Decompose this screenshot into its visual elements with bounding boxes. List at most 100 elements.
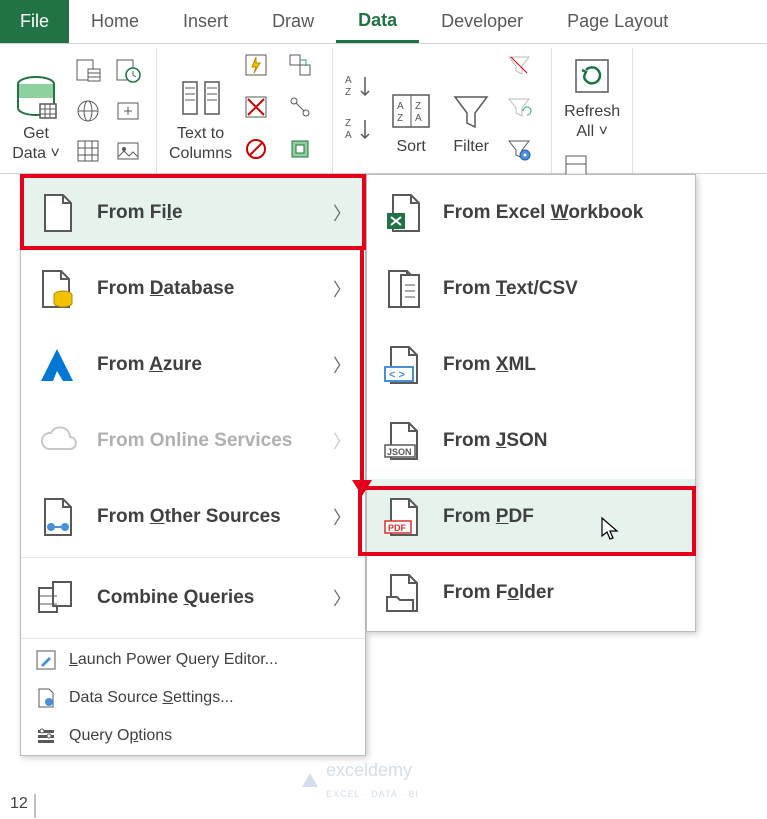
get-data-button[interactable]: Get Data ˅ [6, 54, 66, 168]
row-number[interactable]: 12 [10, 795, 28, 813]
chevron-right-icon: 〉 [333, 428, 351, 454]
reapply-filter-button[interactable] [505, 93, 541, 129]
menu-launch-pq-editor[interactable]: Launch Power Query Editor... [21, 641, 365, 679]
existing-connections-button[interactable] [110, 93, 146, 129]
combine-icon [35, 576, 79, 620]
menu-from-file[interactable]: From File 〉 [21, 175, 365, 251]
row-border [34, 794, 36, 818]
from-text-csv-button[interactable] [70, 53, 106, 89]
svg-text:Z: Z [345, 118, 351, 129]
pdf-icon: PDF [381, 495, 425, 539]
svg-text:A: A [415, 113, 422, 124]
menu-from-online-label: From Online Services [97, 430, 333, 452]
clear-filter-button[interactable] [505, 51, 541, 87]
menu-from-azure-label: From Azure [97, 354, 333, 376]
tab-file[interactable]: File [0, 0, 69, 43]
chevron-right-icon: 〉 [333, 504, 351, 530]
filter-icon [447, 87, 495, 135]
submenu-from-excel-workbook[interactable]: From Excel Workbook [367, 175, 695, 251]
svg-text:JSON: JSON [387, 447, 412, 457]
filter-extras [501, 45, 545, 177]
sort-asc-button[interactable]: AZ [343, 71, 377, 108]
cloud-icon [35, 419, 79, 463]
chevron-right-icon: 〉 [333, 200, 351, 226]
ttc-label2: Columns [169, 144, 232, 164]
tab-page-layout[interactable]: Page Layout [545, 0, 690, 43]
tab-home[interactable]: Home [69, 0, 161, 43]
submenu-folder-label: From Folder [443, 582, 681, 604]
menu-launch-label: Launch Power Query Editor... [69, 651, 278, 669]
svg-text:< >: < > [389, 369, 405, 381]
svg-text:Z: Z [345, 87, 351, 98]
submenu-json-label: From JSON [443, 430, 681, 452]
file-icon [35, 191, 79, 235]
from-web-button[interactable] [70, 93, 106, 129]
file-other-icon [35, 495, 79, 539]
tab-insert[interactable]: Insert [161, 0, 250, 43]
tab-draw[interactable]: Draw [250, 0, 336, 43]
svg-text:A: A [345, 130, 352, 141]
ttc-label1: Text to [177, 124, 224, 144]
xml-icon: < > [381, 343, 425, 387]
manage-data-model-button[interactable] [286, 135, 322, 171]
menu-from-azure[interactable]: From Azure 〉 [21, 327, 365, 403]
submenu-xml-label: From XML [443, 354, 681, 376]
advanced-filter-button[interactable] [505, 135, 541, 171]
menu-combine-queries[interactable]: Combine Queries 〉 [21, 560, 365, 636]
folder-file-icon [381, 571, 425, 615]
svg-text:PDF: PDF [388, 523, 407, 533]
az-buttons: AZ ZA [339, 65, 381, 157]
svg-text:Z: Z [397, 113, 403, 124]
tab-data[interactable]: Data [336, 0, 419, 43]
sort-button[interactable]: AZZA Sort [381, 61, 441, 161]
remove-duplicates-button[interactable] [242, 93, 278, 129]
submenu-from-text-csv[interactable]: From Text/CSV [367, 251, 695, 327]
chevron-right-icon: 〉 [333, 276, 351, 302]
menu-separator [21, 557, 365, 558]
settings-file-icon [35, 687, 57, 709]
from-table-range-button[interactable] [70, 133, 106, 169]
refresh-all-button[interactable]: Refresh All ˅ [558, 48, 626, 146]
recent-sources-button[interactable] [110, 53, 146, 89]
azure-icon [35, 343, 79, 387]
tab-developer[interactable]: Developer [419, 0, 545, 43]
submenu-from-json[interactable]: JSON From JSON [367, 403, 695, 479]
options-icon [35, 725, 57, 747]
sort-desc-button[interactable]: ZA [343, 114, 377, 151]
json-icon: JSON [381, 419, 425, 463]
get-data-small-buttons [66, 47, 150, 175]
submenu-from-pdf[interactable]: PDF From PDF [367, 479, 695, 555]
menu-from-database-label: From Database [97, 278, 333, 300]
relationships-button[interactable] [286, 93, 322, 129]
from-picture-button[interactable] [110, 133, 146, 169]
menu-from-other-sources[interactable]: From Other Sources 〉 [21, 479, 365, 555]
ribbon-tabs: File Home Insert Draw Data Developer Pag… [0, 0, 767, 44]
group-get-transform: Get Data ˅ [0, 48, 157, 173]
chevron-right-icon: 〉 [333, 352, 351, 378]
menu-from-database[interactable]: From Database 〉 [21, 251, 365, 327]
text-to-columns-button[interactable]: Text to Columns [163, 54, 238, 168]
consolidate-button[interactable] [286, 51, 322, 87]
svg-text:A: A [397, 101, 404, 112]
file-database-icon [35, 267, 79, 311]
submenu-from-folder[interactable]: From Folder [367, 555, 695, 631]
group-queries: Refresh All ˅ & Co... [552, 48, 633, 173]
filter-button[interactable]: Filter [441, 61, 501, 161]
menu-from-online-services: From Online Services 〉 [21, 403, 365, 479]
menu-data-source-settings[interactable]: Data Source Settings... [21, 679, 365, 717]
chevron-right-icon: 〉 [333, 585, 351, 611]
data-validation-button[interactable] [242, 135, 278, 171]
refresh-icon [568, 52, 616, 100]
menu-query-options[interactable]: Query Options [21, 717, 365, 755]
group-sort-filter: AZ ZA AZZA Sort Filter [333, 48, 552, 173]
text-to-columns-icon [177, 74, 225, 122]
group-data-tools: Text to Columns [157, 48, 333, 173]
from-file-submenu: From Excel Workbook From Text/CSV < > Fr… [366, 174, 696, 632]
submenu-from-xml[interactable]: < > From XML [367, 327, 695, 403]
menu-qopt-label: Query Options [69, 727, 172, 745]
menu-combine-label: Combine Queries [97, 587, 333, 609]
menu-from-other-label: From Other Sources [97, 506, 333, 528]
submenu-csv-label: From Text/CSV [443, 278, 681, 300]
filter-label: Filter [453, 137, 489, 157]
flash-fill-button[interactable] [242, 51, 278, 87]
